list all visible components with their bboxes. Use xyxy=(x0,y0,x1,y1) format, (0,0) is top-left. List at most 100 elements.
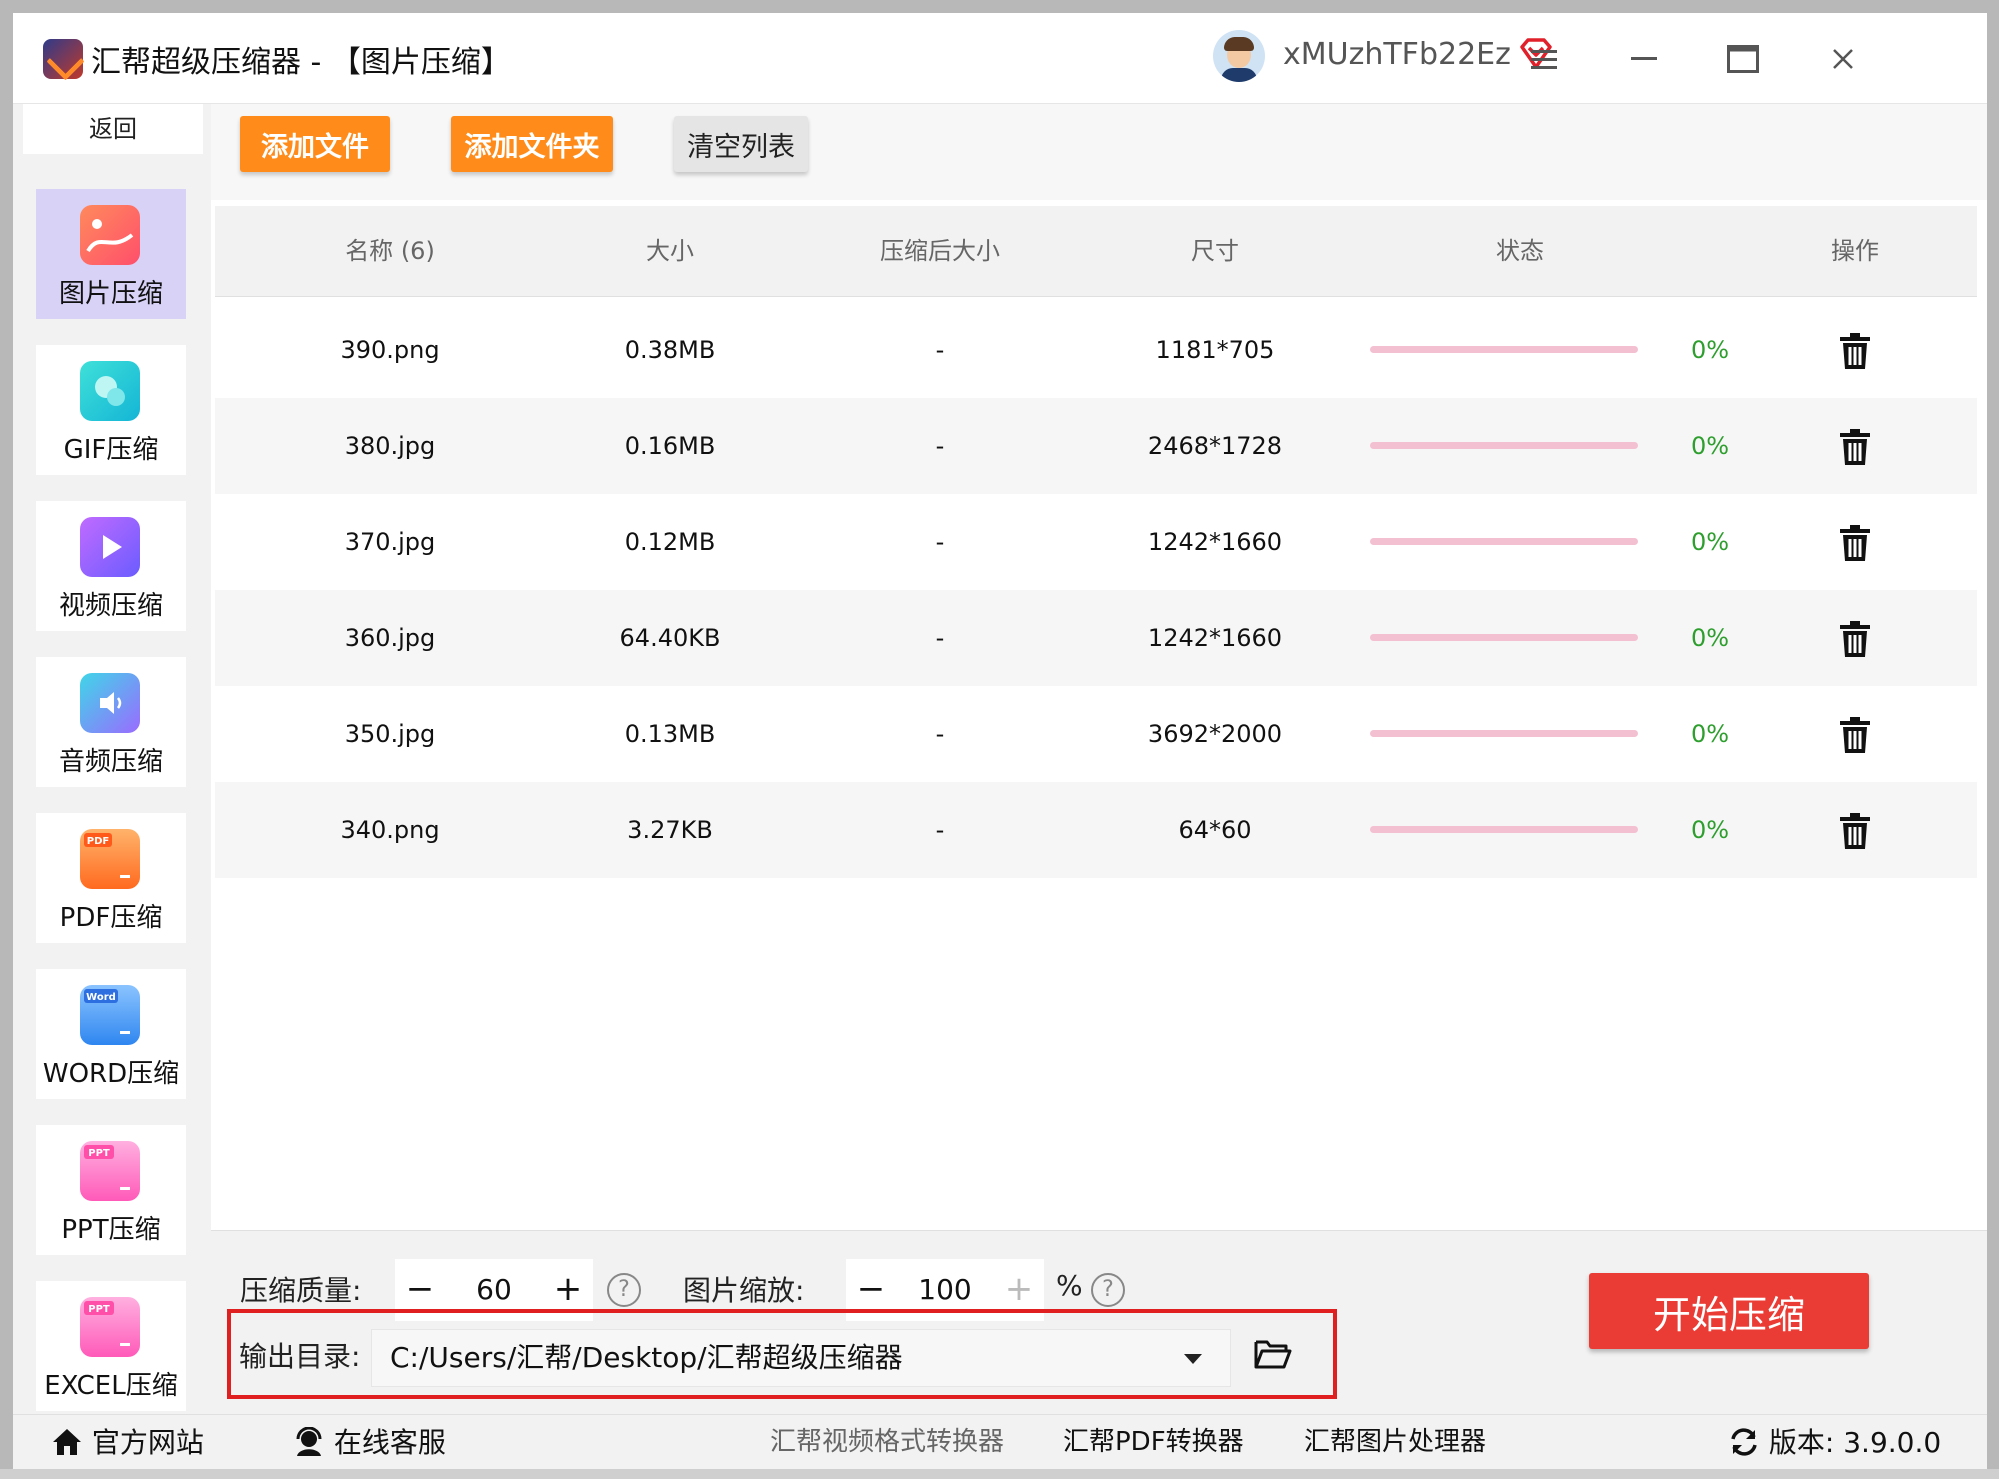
header-compressed-size[interactable]: 压缩后大小 xyxy=(810,206,1070,296)
video-compress-icon xyxy=(80,517,140,577)
settings-panel: 压缩质量: − 60 + ? 图片缩放: − 100 + % ? 输出目录: C… xyxy=(211,1230,1987,1415)
table-row[interactable]: 380.jpg 0.16MB - 2468*1728 0% xyxy=(215,398,1977,494)
quality-help-icon[interactable]: ? xyxy=(607,1273,641,1307)
image-dimensions: 1242*1660 xyxy=(1147,528,1283,556)
file-size: 0.16MB xyxy=(624,432,716,460)
audio-compress-icon xyxy=(80,673,140,733)
progress-bar xyxy=(1370,730,1638,737)
trash-icon[interactable] xyxy=(1837,620,1873,658)
file-size: 0.38MB xyxy=(624,336,716,364)
file-size: 64.40KB xyxy=(619,624,721,652)
table-row[interactable]: 340.png 3.27KB - 64*60 0% xyxy=(215,782,1977,878)
trash-icon[interactable] xyxy=(1837,428,1873,466)
minimize-icon[interactable] xyxy=(1620,35,1668,83)
online-support-link[interactable]: 在线客服 xyxy=(293,1415,446,1469)
hamburger-icon[interactable] xyxy=(1520,35,1568,83)
start-compress-button[interactable]: 开始压缩 xyxy=(1589,1273,1869,1349)
progress-bar xyxy=(1370,442,1638,449)
output-label: 输出目录: xyxy=(239,1340,361,1373)
chevron-down-icon[interactable] xyxy=(1184,1354,1202,1364)
progress-bar xyxy=(1370,634,1638,641)
header-status: 状态 xyxy=(1496,237,1544,265)
image-dimensions: 3692*2000 xyxy=(1147,720,1283,748)
progress-percent: 0% xyxy=(1690,432,1730,460)
compressed-size: - xyxy=(935,528,945,556)
sidebar-item-audio-compress[interactable]: 音频压缩 xyxy=(36,657,186,787)
sidebar-item-excel-compress[interactable]: PPT EXCEL压缩 xyxy=(36,1281,186,1411)
header-name[interactable]: 名称 (6) xyxy=(255,206,525,296)
svg-text:Word: Word xyxy=(86,992,116,1003)
header-actions: 操作 xyxy=(1831,237,1879,265)
add-folder-button[interactable]: 添加文件夹 xyxy=(451,116,613,172)
scale-help-icon[interactable]: ? xyxy=(1091,1273,1125,1307)
maximize-icon[interactable] xyxy=(1719,35,1767,83)
sidebar-item-word-compress[interactable]: Word WORD压缩 xyxy=(36,969,186,1099)
progress-percent: 0% xyxy=(1690,336,1730,364)
back-button[interactable]: 返回 xyxy=(23,104,203,154)
refresh-icon xyxy=(1731,1428,1757,1456)
footer-link-image-processor[interactable]: 汇帮图片处理器 xyxy=(1304,1415,1486,1469)
home-icon xyxy=(53,1429,81,1455)
table-header: 名称 (6) 大小 压缩后大小 尺寸 状态 操作 xyxy=(215,206,1977,297)
close-icon[interactable] xyxy=(1819,35,1867,83)
trash-icon[interactable] xyxy=(1837,716,1873,754)
sidebar-item-label: 音频压缩 xyxy=(58,747,163,777)
ppt-compress-icon: PPT xyxy=(80,1141,140,1201)
header-size[interactable]: 大小 xyxy=(550,206,790,296)
online-support-label: 在线客服 xyxy=(333,1426,446,1459)
image-dimensions: 64*60 xyxy=(1178,816,1252,844)
progress-bar xyxy=(1370,826,1638,833)
progress-percent: 0% xyxy=(1690,720,1730,748)
toolbar: 添加文件 添加文件夹 清空列表 xyxy=(211,104,1987,201)
clear-list-button[interactable]: 清空列表 xyxy=(674,116,808,172)
file-size: 0.13MB xyxy=(624,720,716,748)
trash-icon[interactable] xyxy=(1837,812,1873,850)
footer: 官方网站 在线客服 汇帮视频格式转换器 汇帮PDF转换器 汇帮图片处理器 版本:… xyxy=(13,1414,1987,1469)
file-size: 3.27KB xyxy=(627,816,713,844)
output-path-value[interactable]: C:/Users/汇帮/Desktop/汇帮超级压缩器 xyxy=(390,1330,903,1386)
footer-link-pdf-converter[interactable]: 汇帮PDF转换器 xyxy=(1063,1415,1244,1469)
header-dimensions[interactable]: 尺寸 xyxy=(1085,206,1345,296)
table-row[interactable]: 350.jpg 0.13MB - 3692*2000 0% xyxy=(215,686,1977,782)
progress-percent: 0% xyxy=(1690,816,1730,844)
progress-percent: 0% xyxy=(1690,528,1730,556)
sidebar-item-pdf-compress[interactable]: PDF PDF压缩 xyxy=(36,813,186,943)
sidebar-item-label: GIF压缩 xyxy=(63,435,159,465)
compressed-size: - xyxy=(935,816,945,844)
file-name: 350.jpg xyxy=(344,720,436,748)
window-title: 汇帮超级压缩器 - 【图片压缩】 xyxy=(91,45,511,80)
add-file-button[interactable]: 添加文件 xyxy=(240,116,390,172)
output-path-select[interactable]: C:/Users/汇帮/Desktop/汇帮超级压缩器 xyxy=(371,1329,1231,1387)
trash-icon[interactable] xyxy=(1837,332,1873,370)
user-avatar[interactable] xyxy=(1213,30,1265,82)
sidebar-item-video-compress[interactable]: 视频压缩 xyxy=(36,501,186,631)
excel-compress-icon: PPT xyxy=(80,1297,140,1357)
sidebar-item-gif-compress[interactable]: GIF压缩 xyxy=(36,345,186,475)
sidebar-item-label: PDF压缩 xyxy=(59,903,163,933)
version-info[interactable]: 版本: 3.9.0.0 xyxy=(1728,1415,1941,1469)
username[interactable]: xMUzhTFb22Ez xyxy=(1283,37,1511,72)
svg-text:PPT: PPT xyxy=(88,1148,110,1159)
sidebar-item-image-compress[interactable]: 图片压缩 xyxy=(36,189,186,319)
word-compress-icon: Word xyxy=(80,985,140,1045)
scale-label: 图片缩放: xyxy=(683,1274,805,1307)
sidebar-item-ppt-compress[interactable]: PPT PPT压缩 xyxy=(36,1125,186,1255)
sidebar-item-label: 图片压缩 xyxy=(58,279,163,309)
table-row[interactable]: 370.jpg 0.12MB - 1242*1660 0% xyxy=(215,494,1977,590)
official-website-link[interactable]: 官方网站 xyxy=(51,1415,204,1469)
official-website-label: 官方网站 xyxy=(91,1426,204,1459)
app-logo-icon xyxy=(43,39,83,79)
trash-icon[interactable] xyxy=(1837,524,1873,562)
table-row[interactable]: 360.jpg 64.40KB - 1242*1660 0% xyxy=(215,590,1977,686)
compressed-size: - xyxy=(935,336,945,364)
progress-percent: 0% xyxy=(1690,624,1730,652)
svg-text:PPT: PPT xyxy=(88,1304,110,1315)
footer-link-video-converter[interactable]: 汇帮视频格式转换器 xyxy=(770,1415,1004,1469)
folder-open-icon[interactable] xyxy=(1253,1337,1293,1371)
output-directory-highlight: 输出目录: C:/Users/汇帮/Desktop/汇帮超级压缩器 xyxy=(227,1309,1337,1399)
app-window: 汇帮超级压缩器 - 【图片压缩】 xMUzhTFb22Ez 返回 图片压缩 GI… xyxy=(13,13,1987,1469)
sidebar-item-label: 视频压缩 xyxy=(58,591,163,621)
quality-label: 压缩质量: xyxy=(240,1274,362,1307)
table-row[interactable]: 390.png 0.38MB - 1181*705 0% xyxy=(215,302,1977,398)
background-window-strip xyxy=(0,1469,1999,1479)
